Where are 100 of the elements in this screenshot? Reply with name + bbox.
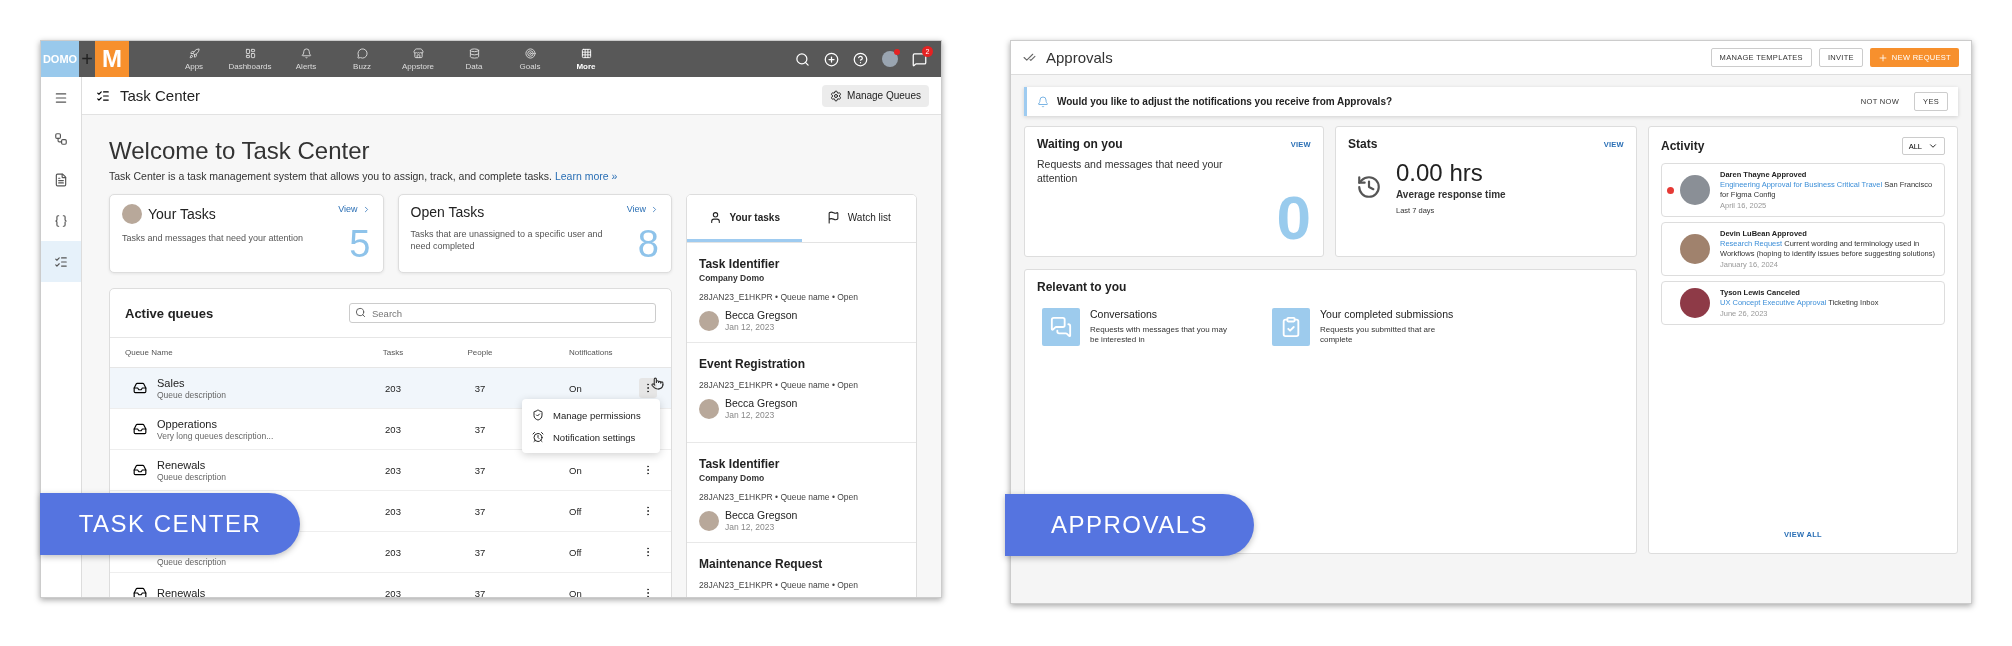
task-title[interactable]: Maintenance Request [699, 557, 904, 571]
search-icon[interactable] [795, 51, 810, 67]
task-title[interactable]: Task Identifier [699, 457, 904, 471]
table-row[interactable]: Sales Queue description 203 37 On [110, 368, 671, 409]
queue-name: Renewals [157, 458, 207, 471]
task-count: 8 [637, 225, 659, 263]
item-description: Requests with messages that you may be interested in [1090, 325, 1228, 345]
nav-item[interactable]: Dashboards [222, 41, 278, 77]
chat-icon[interactable] [912, 51, 927, 67]
table-cell-text: Off [568, 505, 582, 517]
item-title[interactable]: Conversations [1090, 308, 1230, 320]
user-avatar [1680, 175, 1710, 205]
table-cell-text: Off [568, 546, 582, 558]
inbox-icon [133, 381, 147, 395]
company-name: Company Domo [699, 473, 766, 483]
task-date: Jan 12, 2023 [725, 522, 776, 532]
user-avatar [1680, 288, 1710, 318]
task-title[interactable]: Task Identifier [699, 257, 904, 271]
learn-more-link[interactable]: Learn more » [554, 170, 618, 182]
nav-item[interactable]: Alerts [278, 41, 334, 77]
manage-queues-button[interactable]: Manage Queues [822, 84, 929, 107]
queue-description: Very long queues description... [157, 430, 274, 441]
table-cell: 37 [474, 423, 486, 435]
queue-name: Renewals [157, 587, 206, 597]
page-title: Approvals [1046, 49, 1113, 66]
hand-cursor-icon [651, 377, 664, 390]
stat-value: 0.00 hrs [1396, 159, 1484, 187]
checklist-icon [54, 254, 68, 269]
document-icon [54, 172, 68, 187]
checklist-icon [96, 88, 110, 103]
task-title[interactable]: Event Registration [699, 357, 904, 371]
user-avatar[interactable] [882, 51, 898, 67]
nav-icon [244, 47, 256, 59]
table-cell: 37 [474, 464, 486, 476]
task-meta: 28JAN23_E1HKPR • Queue name • Open [699, 580, 860, 590]
nav-item[interactable]: Data [446, 41, 502, 77]
card-title: Open Tasks [410, 204, 485, 220]
task-meta: 28JAN23_E1HKPR • Queue name • Open [699, 380, 860, 390]
workflow-icon [54, 131, 68, 146]
plus-sign: + [80, 46, 94, 72]
table-cell: 37 [474, 546, 486, 558]
nav-icon [300, 47, 312, 59]
user-avatar [1680, 234, 1710, 264]
chevron-down-icon [1928, 141, 1938, 151]
card-title: Waiting on you [1037, 137, 1123, 151]
table-cell: 203 [385, 587, 401, 597]
assignee-name: Becca Gregson [725, 397, 798, 409]
user-avatar [699, 398, 719, 419]
nav-item[interactable]: Buzz [334, 41, 390, 77]
card-title: Active queues [125, 305, 214, 321]
search-field[interactable]: Search [349, 303, 656, 323]
table-cell: 203 [385, 423, 401, 435]
sidebar-item[interactable] [41, 241, 81, 282]
nav-item[interactable]: More [558, 41, 614, 77]
assignee-name: Becca Gregson [725, 509, 798, 521]
column-header: Tasks [382, 348, 404, 357]
inbox-icon [133, 463, 147, 477]
nav-item[interactable]: Appstore [390, 41, 446, 77]
nav-item[interactable]: Goals [502, 41, 558, 77]
task-date: Jan 12, 2023 [725, 410, 776, 420]
bell-icon [1037, 95, 1049, 108]
item-title[interactable]: Your completed submissions [1320, 308, 1460, 320]
column-header: People [467, 348, 493, 357]
menu-icon [54, 90, 68, 105]
queue-name: Opperations [157, 417, 218, 430]
table-cell-text: On [568, 464, 582, 476]
queue-description: Queue description [157, 556, 226, 567]
search-icon [355, 307, 366, 318]
user-icon [708, 210, 722, 224]
inbox-icon [133, 586, 147, 597]
welcome-description: Task Center is a task management system that allows you to assign, track, and complete tasks. Learn more » [109, 170, 619, 182]
section-label: APPROVALS [1005, 494, 1254, 556]
nav-icon [580, 47, 592, 59]
nav-icon [524, 47, 536, 59]
clipboard-check-icon [1280, 316, 1302, 338]
alarm-icon [532, 431, 544, 443]
plus-icon [1877, 52, 1888, 63]
icon-tile[interactable] [1042, 308, 1080, 346]
view-link[interactable]: View [626, 204, 659, 214]
user-avatar [699, 510, 719, 531]
nav-icon [188, 47, 200, 59]
menu-item[interactable]: Notification settings [522, 426, 660, 448]
chat-bubbles-icon [1050, 316, 1072, 338]
shield-icon [532, 409, 544, 421]
inbox-icon [133, 422, 147, 436]
nav-item[interactable]: Apps [166, 41, 222, 77]
user-avatar [699, 310, 719, 331]
more-button[interactable] [639, 378, 657, 398]
card-title: Stats [1348, 137, 1378, 151]
table-cell-text: On [568, 382, 582, 394]
welcome-title: Welcome to Task Center [109, 136, 371, 166]
view-link[interactable]: View [338, 204, 371, 214]
icon-tile[interactable] [1272, 308, 1310, 346]
add-icon[interactable] [824, 51, 839, 67]
company-name: Company Domo [699, 273, 766, 283]
task-count: 5 [349, 225, 371, 263]
help-icon[interactable] [853, 51, 868, 67]
tab[interactable]: Your tasks [687, 195, 802, 242]
waiting-count: 0 [1276, 190, 1311, 246]
table-cell: 37 [474, 382, 486, 394]
